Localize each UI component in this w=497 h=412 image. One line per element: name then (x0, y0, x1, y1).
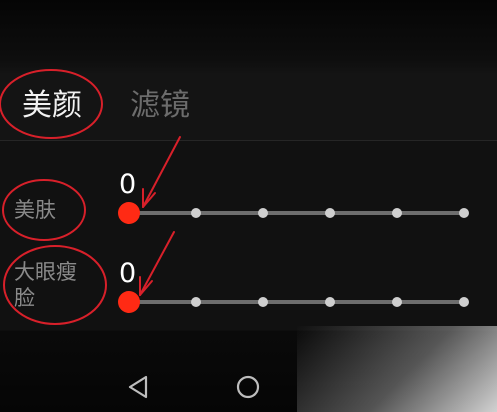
setting-label-skin: 美肤 (14, 198, 56, 222)
skin-slider[interactable] (118, 201, 478, 225)
annotation-arrow-skin (142, 136, 181, 208)
skin-slider-tick[interactable] (325, 208, 335, 218)
skin-slider-tick[interactable] (258, 208, 268, 218)
eye-face-slider-tick[interactable] (258, 297, 268, 307)
tab-divider (0, 140, 497, 141)
eye-face-slider-thumb[interactable] (118, 291, 140, 313)
eye-face-slider-track (128, 300, 468, 304)
skin-slider-track (128, 211, 468, 215)
tab-beauty[interactable]: 美颜 (22, 84, 82, 128)
annotation-arrow-eye-face (139, 231, 175, 296)
skin-slider-tick[interactable] (191, 208, 201, 218)
back-triangle-icon (128, 375, 148, 399)
skin-value: 0 (119, 169, 137, 200)
eye-face-slider-tick[interactable] (392, 297, 402, 307)
nav-home-button[interactable] (233, 372, 263, 402)
setting-label-eye-face: 大眼瘦脸 (14, 260, 77, 310)
eye-face-slider[interactable] (118, 290, 478, 314)
beauty-filter-panel: 美颜 滤镜 美肤 0 大眼瘦脸 0 (0, 0, 497, 412)
eye-face-slider-tick[interactable] (191, 297, 201, 307)
eye-face-slider-tick[interactable] (325, 297, 335, 307)
tab-filter[interactable]: 滤镜 (130, 84, 190, 128)
skin-slider-thumb[interactable] (118, 202, 140, 224)
nav-back-button[interactable] (124, 372, 154, 402)
watermark-fade (297, 326, 497, 412)
eye-face-slider-tick[interactable] (459, 297, 469, 307)
skin-slider-tick[interactable] (459, 208, 469, 218)
eye-face-value: 0 (119, 258, 137, 289)
skin-slider-tick[interactable] (392, 208, 402, 218)
home-circle-icon (236, 375, 260, 399)
